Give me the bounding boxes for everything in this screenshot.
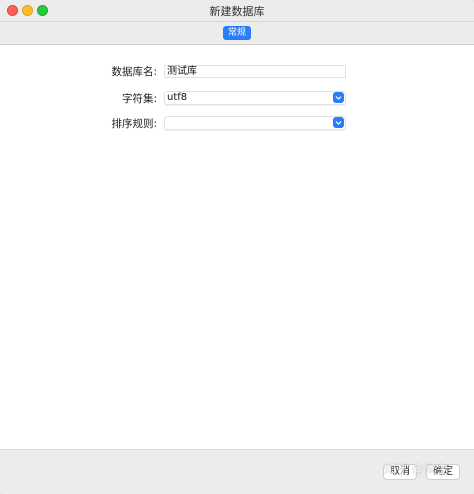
new-database-window: 新建数据库 常规 数据库名: 测试库 字符集: utf8 排序规则: 取消 确定… (0, 0, 474, 494)
charset-label: 字符集: (121, 93, 157, 105)
chevron-down-icon (333, 92, 344, 103)
tab-bar: 常规 (0, 22, 474, 45)
db-name-label: 数据库名: (111, 66, 157, 78)
window-title: 新建数据库 (209, 5, 265, 18)
title-bar: 新建数据库 (0, 0, 474, 22)
charset-value: utf8 (167, 92, 188, 103)
chevron-down-icon (333, 117, 344, 128)
tab-general[interactable]: 常规 (223, 26, 251, 40)
db-name-input[interactable]: 测试库 (164, 65, 346, 78)
watermark-text: 知乎 @梁金 (384, 462, 448, 476)
charset-select[interactable]: utf8 (164, 91, 346, 105)
collation-label: 排序规则: (111, 118, 157, 130)
collation-select[interactable] (164, 116, 346, 130)
